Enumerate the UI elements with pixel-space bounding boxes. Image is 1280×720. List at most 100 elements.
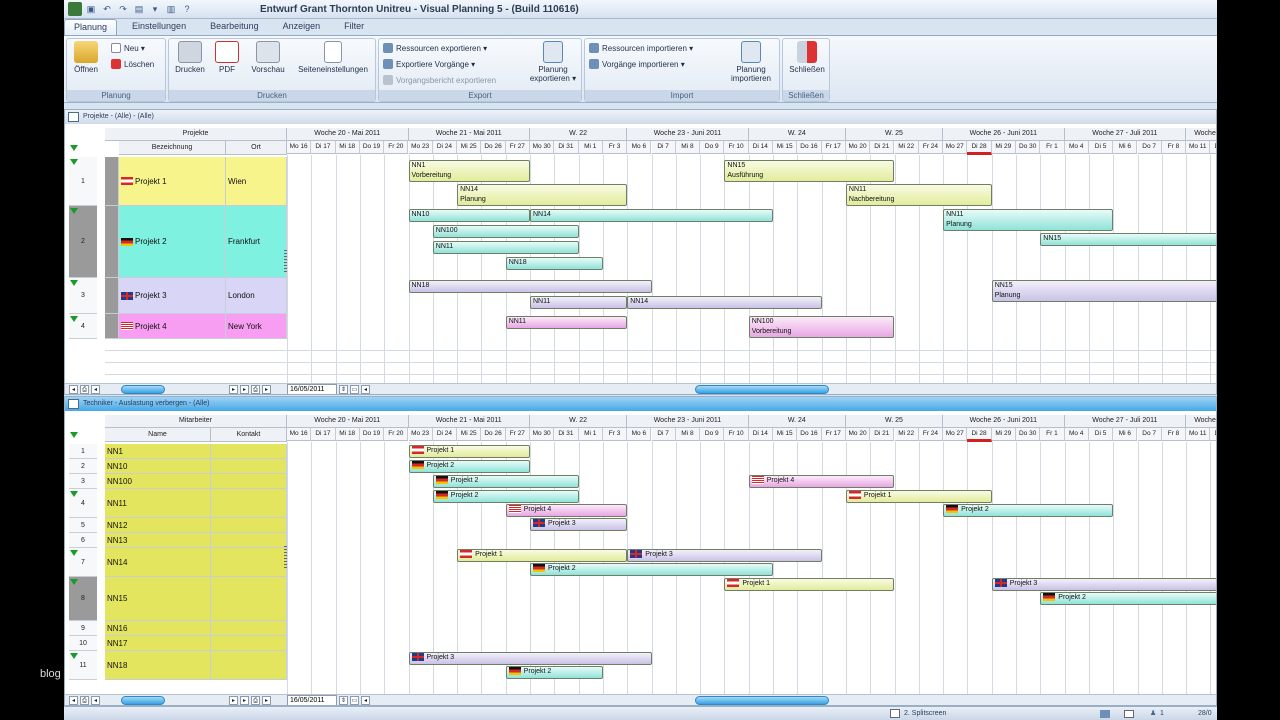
scroll-button[interactable]: ⇕ [339,385,348,394]
scroll-button[interactable]: ⇕ [339,696,348,705]
projects-name-header[interactable]: Bezeichnung [119,141,226,155]
undo-icon[interactable]: ↶ [100,2,114,16]
new-button[interactable]: Neu ▾ [111,43,145,53]
tab-bearbeitung[interactable]: Bearbeitung [201,19,268,35]
scroll-button[interactable]: ◂ [361,696,370,705]
project-name-cell[interactable]: Projekt 2 [119,206,226,278]
projects-place-header[interactable]: Ort [226,141,287,155]
resource-task-bar[interactable]: Projekt 2 [943,504,1114,517]
resource-contact-cell[interactable] [211,636,287,651]
scroll-button[interactable]: ▸ [240,696,249,705]
save-icon[interactable]: ▣ [84,2,98,16]
resources-name-header[interactable]: Name [105,428,211,442]
projects-timeline-scroll-thumb[interactable] [695,385,829,394]
project-task-bar[interactable]: NN11 [432,241,579,254]
scroll-button[interactable]: ▸ [262,696,271,705]
project-place-cell[interactable]: Wien [226,157,287,206]
close-button[interactable]: Schließen [785,41,829,74]
resource-contact-cell[interactable] [211,489,287,518]
resource-contact-cell[interactable] [211,459,287,474]
expand-triangle-icon[interactable] [70,491,78,497]
project-task-bar[interactable]: NN1 Vorbereitung [408,160,530,182]
project-task-bar[interactable]: NN11 [530,296,628,309]
help-icon[interactable]: ? [180,2,194,16]
resource-contact-cell[interactable] [211,651,287,680]
resource-row-number[interactable]: 10 [69,636,97,651]
scroll-button[interactable]: ⎙ [251,385,260,394]
project-row-number[interactable]: 2 [69,206,97,278]
resources-left-scroll-thumb[interactable] [121,696,165,705]
resource-row-number[interactable]: 5 [69,518,97,533]
resource-task-bar[interactable]: Projekt 2 [505,666,603,679]
scroll-button[interactable]: ⎙ [80,696,89,705]
delete-button[interactable]: Löschen [111,59,154,69]
resource-task-bar[interactable]: Projekt 4 [748,475,895,488]
resource-row-number[interactable]: 6 [69,533,97,548]
open-button[interactable]: Öffnen [70,41,102,74]
app-icon[interactable] [68,2,82,16]
project-task-bar[interactable]: NN14 [627,296,822,309]
resource-contact-cell[interactable] [211,548,287,577]
resource-task-bar[interactable]: Projekt 1 [457,549,628,562]
project-task-bar[interactable]: NN15 Planung [991,280,1216,302]
resource-task-bar[interactable]: Projekt 2 [408,460,530,473]
resources-timeline-scroll-thumb[interactable] [695,696,829,705]
scroll-button[interactable]: ◂ [91,696,100,705]
import-resources-button[interactable]: Ressourcen importieren ▾ [589,43,693,53]
scroll-button[interactable]: ▸ [229,385,238,394]
project-task-bar[interactable]: NN11 Planung [943,209,1114,231]
scroll-button[interactable]: ◂ [361,385,370,394]
resource-name-cell[interactable]: NN15 [105,577,211,621]
filter-triangle-icon[interactable] [70,145,78,151]
tab-anzeigen[interactable]: Anzeigen [274,19,330,35]
resource-name-cell[interactable]: NN14 [105,548,211,577]
print-button[interactable]: Drucken [173,41,207,74]
projects-scrollbar[interactable]: ◂ ⎙ ◂ ▸ ▸ ⎙ ▸ 16/05/2011 ⇕ ▭ ◂ [65,383,1216,394]
resource-task-bar[interactable]: Projekt 3 [991,578,1216,591]
preview-button[interactable]: Vorschau [249,41,287,74]
projects-left-scroll-thumb[interactable] [121,385,165,394]
project-task-bar[interactable]: NN15 Ausführung [724,160,895,182]
project-task-bar[interactable]: NN14 [530,209,773,222]
tab-einstellungen[interactable]: Einstellungen [123,19,195,35]
expand-triangle-icon[interactable] [70,316,78,322]
resource-task-bar[interactable]: Projekt 2 [1040,592,1216,605]
expand-triangle-icon[interactable] [70,208,78,214]
layout-icon[interactable]: ▥ [164,2,178,16]
resources-date-field[interactable]: 16/05/2011 [287,695,337,705]
scroll-button[interactable]: ▸ [240,385,249,394]
expand-triangle-icon[interactable] [70,653,78,659]
resource-contact-cell[interactable] [211,474,287,489]
project-place-cell[interactable]: Frankfurt [226,206,287,278]
scroll-button[interactable]: ⎙ [80,385,89,394]
resource-name-cell[interactable]: NN17 [105,636,211,651]
resource-name-cell[interactable]: NN16 [105,621,211,636]
resource-name-cell[interactable]: NN100 [105,474,211,489]
export-planning-button[interactable]: Planung exportieren ▾ [525,41,581,83]
scroll-button[interactable]: ▭ [350,385,359,394]
expand-triangle-icon[interactable] [70,550,78,556]
tab-filter[interactable]: Filter [335,19,373,35]
resource-name-cell[interactable]: NN10 [105,459,211,474]
project-task-bar[interactable]: NN18 [505,257,603,270]
resource-name-cell[interactable]: NN18 [105,651,211,680]
page-setup-button[interactable]: Seiteneinstellungen [293,41,373,74]
export-resources-button[interactable]: Ressourcen exportieren ▾ [383,43,487,53]
scroll-button[interactable]: ▭ [350,696,359,705]
scroll-button[interactable]: ▸ [262,385,271,394]
resource-contact-cell[interactable] [211,577,287,621]
export-report-button[interactable]: Vorgangsbericht exportieren [383,75,496,85]
resource-task-bar[interactable]: Projekt 1 [724,578,895,591]
tools-icon[interactable]: ▤ [132,2,146,16]
project-task-bar[interactable]: NN10 [408,209,530,222]
expand-triangle-icon[interactable] [70,159,78,165]
scroll-button[interactable]: ⎙ [251,696,260,705]
resource-row-number[interactable]: 3 [69,474,97,489]
project-task-bar[interactable]: NN11 [505,316,628,329]
resources-contact-header[interactable]: Kontakt [211,428,287,442]
resource-task-bar[interactable]: Projekt 3 [408,652,652,665]
scroll-button[interactable]: ◂ [91,385,100,394]
project-task-bar[interactable]: NN14 Planung [457,184,628,206]
project-name-cell[interactable]: Projekt 4 [119,314,226,339]
resource-task-bar[interactable]: Projekt 3 [530,518,628,531]
